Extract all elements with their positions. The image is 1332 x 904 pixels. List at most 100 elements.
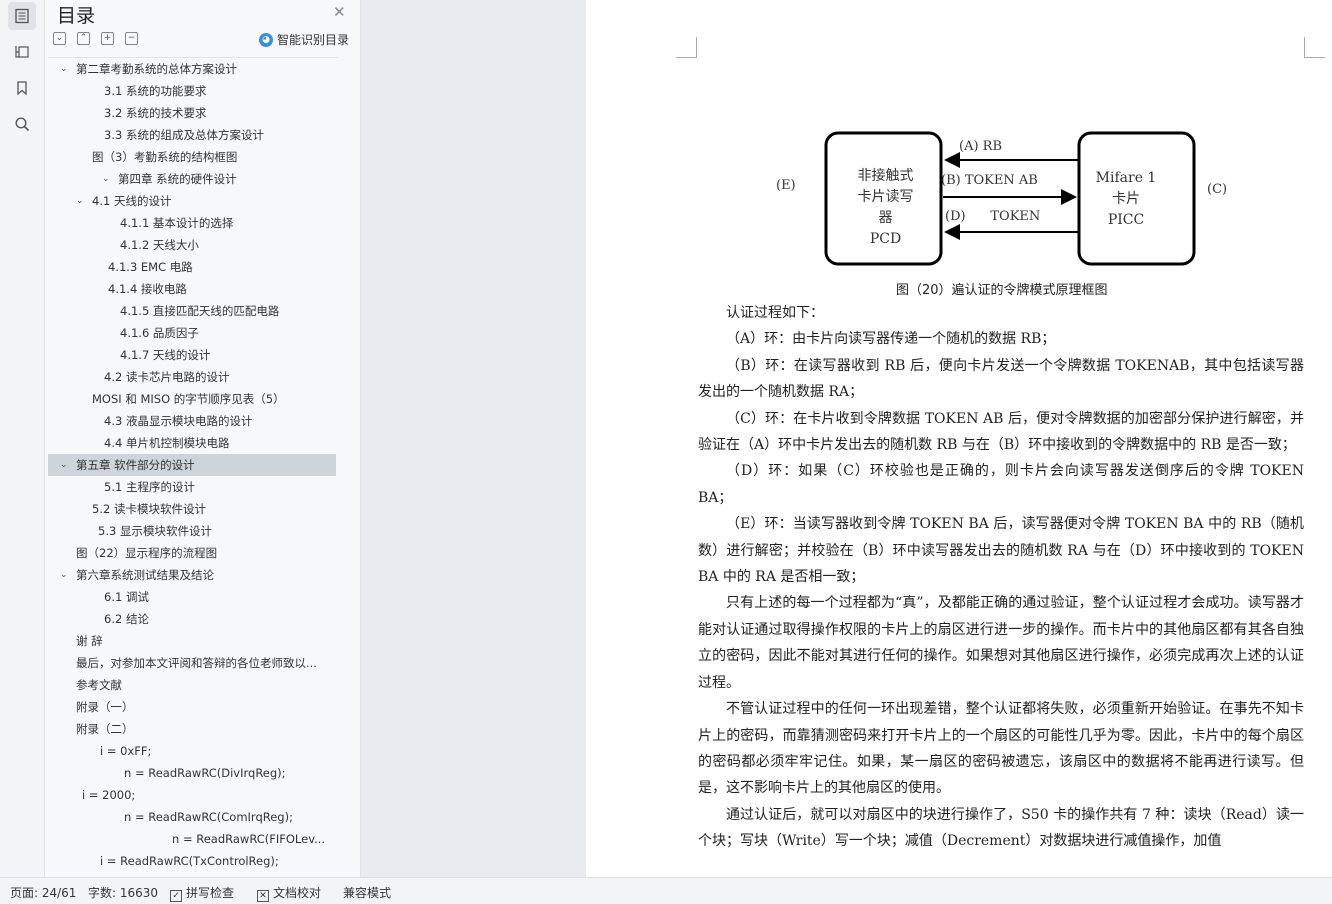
toc-item-label: 4.1.1 基本设计的选择 xyxy=(120,216,234,230)
toc-item[interactable]: 最后，对参加本文评阅和答辩的各位老师致以... xyxy=(48,652,336,674)
smart-toc-button[interactable]: ◕ 智能识别目录 xyxy=(259,31,349,48)
toc-item[interactable]: n = ReadRawRC(DivIrqReg); xyxy=(48,762,336,784)
paragraph: 认证过程如下： xyxy=(726,305,824,321)
toc-item[interactable]: 附录（一） xyxy=(48,696,336,718)
paragraph: （B）环：在读写器收到 RB 后，便向卡片发送一个令牌数据 TOKENAB，其中… xyxy=(698,357,1304,401)
toc-item[interactable]: 谢 辞 xyxy=(48,630,336,652)
toc-item[interactable]: 附录（二） xyxy=(48,718,336,740)
toc-item-label: 第五章 软件部分的设计 xyxy=(76,458,195,472)
toc-item[interactable]: 3.2 系统的技术要求 xyxy=(48,102,336,124)
toc-item[interactable]: ⌄ 第四章 系统的硬件设计 xyxy=(48,168,336,190)
remove-entry-icon[interactable]: − xyxy=(125,32,138,45)
toc-item-label: 6.1 调试 xyxy=(104,590,149,604)
collapse-all-icon[interactable]: ⌃ xyxy=(77,32,90,45)
paragraph: （C）环：在卡片收到令牌数据 TOKEN AB 后，便对令牌数据的加密部分保护进… xyxy=(698,410,1304,454)
paragraph: 只有上述的每一个过程都为“真”，及都能正确的通过验证，整个认证过程才会成功。读写… xyxy=(698,595,1304,691)
document-page: (E) (C) 非接触式 卡片读写器 PCD Mifare 1 卡片 PICC (A) … xyxy=(586,0,1332,877)
toc-item-label: 4.1.4 接收电路 xyxy=(108,282,187,296)
toc-item[interactable]: 4.3 液晶显示模块电路的设计 xyxy=(48,410,336,432)
auth-diagram: (E) (C) 非接触式 卡片读写器 PCD Mifare 1 卡片 PICC (A) … xyxy=(776,130,1236,270)
diagram-box-line: 非接触式 xyxy=(857,168,914,184)
toc-item[interactable]: 4.1.4 接收电路 xyxy=(48,278,336,300)
toc-item-label: 4.2 读卡芯片电路的设计 xyxy=(104,370,230,384)
toc-item[interactable]: 4.1.2 天线大小 xyxy=(48,234,336,256)
toc-item[interactable]: 图（3）考勤系统的结构框图 xyxy=(48,146,336,168)
word-count[interactable]: 字数: 16630 xyxy=(88,884,158,901)
toc-item[interactable]: 5.1 主程序的设计 xyxy=(48,476,336,498)
toc-item[interactable]: 4.1.5 直接匹配天线的匹配电路 xyxy=(48,300,336,322)
toc-item-label: 3.2 系统的技术要求 xyxy=(104,106,207,120)
toc-item-label: 4.1.2 天线大小 xyxy=(120,238,199,252)
toc-item[interactable]: n = ReadRawRC(FIFOLev... xyxy=(48,828,336,850)
picc-box-text: Mifare 1 卡片 PICC xyxy=(1086,168,1166,231)
toc-item[interactable]: i = ReadRawRC(TxControlReg); xyxy=(48,850,336,872)
page-count[interactable]: 页面: 24/61 xyxy=(10,884,76,901)
toc-item[interactable]: 4.1.6 品质因子 xyxy=(48,322,336,344)
expand-all-icon[interactable]: ⌄ xyxy=(53,32,66,45)
toc-item[interactable]: 3.3 系统的组成及总体方案设计 xyxy=(48,124,336,146)
status-bar: 页面: 24/61 字数: 16630 ✓ 拼写检查 ✕ 文档校对 兼容模式 xyxy=(0,877,1332,904)
toc-item[interactable]: 4.2 读卡芯片电路的设计 xyxy=(48,366,336,388)
toc-item[interactable]: i = 0xFF; xyxy=(48,740,336,762)
diagram-box-line: 卡片 xyxy=(1112,191,1140,207)
toc-item-label: 4.1.6 品质因子 xyxy=(120,326,199,340)
toc-item-label: 参考文献 xyxy=(76,678,122,692)
toc-item[interactable]: 6.2 结论 xyxy=(48,608,336,630)
body-text: 认证过程如下： （A）环：由卡片向读写器传递一个随机的数据 RB； （B）环：在读写… xyxy=(698,300,1304,855)
toc-item[interactable]: ⌄ 第五章 软件部分的设计 xyxy=(48,454,336,476)
toc-list: ⌄ 第二章考勤系统的总体方案设计 3.1 系统的功能要求 3.2 系统的技术要求 3.3… xyxy=(48,57,338,874)
toc-item-label: n = ReadRawRC(ComIrqReg); xyxy=(124,810,293,824)
toc-item[interactable]: i = 2000; xyxy=(48,784,336,806)
smart-toc-label: 智能识别目录 xyxy=(277,33,350,47)
toc-item[interactable]: 6.1 调试 xyxy=(48,586,336,608)
toc-item[interactable]: 图（22）显示程序的流程图 xyxy=(48,542,336,564)
side-icon-bar xyxy=(0,0,45,877)
checkbox-icon: ✓ xyxy=(170,890,182,902)
add-entry-icon[interactable]: + xyxy=(101,32,114,45)
chevron-down-icon[interactable]: ⌄ xyxy=(60,564,68,586)
toc-item[interactable]: ⌄ 第六章系统测试结果及结论 xyxy=(48,564,336,586)
navigation-icon[interactable] xyxy=(8,38,36,66)
toc-item-label: n = ReadRawRC(FIFOLev... xyxy=(172,832,326,846)
spell-check-button[interactable]: ✓ 拼写检查 xyxy=(170,884,234,902)
toc-panel-icon[interactable] xyxy=(8,2,36,30)
toc-item[interactable]: MOSI 和 MISO 的字节顺序见表（5） xyxy=(48,388,336,410)
toc-item-label: 6.2 结论 xyxy=(104,612,149,626)
toc-item[interactable]: 5.2 读卡模块软件设计 xyxy=(48,498,336,520)
paragraph: （A）环：由卡片向读写器传递一个随机的数据 RB； xyxy=(726,331,1056,348)
toc-item[interactable]: 5.3 显示模块软件设计 xyxy=(48,520,336,542)
toc-item[interactable]: 4.4 单片机控制模块电路 xyxy=(48,432,336,454)
compat-mode: 兼容模式 xyxy=(343,886,392,900)
chevron-down-icon[interactable]: ⌄ xyxy=(102,168,110,190)
chevron-down-icon[interactable]: ⌄ xyxy=(60,454,68,476)
diagram-label-e: (E) xyxy=(776,178,796,193)
toc-item[interactable]: n = ReadRawRC(ComIrqReg); xyxy=(48,806,336,828)
toc-item-label: 4.1.5 直接匹配天线的匹配电路 xyxy=(120,304,280,318)
chevron-down-icon[interactable]: ⌄ xyxy=(76,190,84,212)
toc-item[interactable]: 4.1.7 天线的设计 xyxy=(48,344,336,366)
proofread-icon: ✕ xyxy=(257,890,269,902)
chevron-down-icon[interactable]: ⌄ xyxy=(60,58,68,80)
toc-item-label: 4.1 天线的设计 xyxy=(92,194,172,208)
search-icon[interactable] xyxy=(8,110,36,138)
toc-item[interactable]: 3.1 系统的功能要求 xyxy=(48,80,336,102)
bookmark-icon[interactable] xyxy=(8,74,36,102)
toc-item-label: i = 0xFF; xyxy=(100,744,152,758)
toc-item-label: 3.3 系统的组成及总体方案设计 xyxy=(104,128,264,142)
close-icon[interactable]: ✕ xyxy=(333,3,346,21)
toc-item-label: i = ReadRawRC(TxControlReg); xyxy=(100,854,279,868)
toc-item-label: 第四章 系统的硬件设计 xyxy=(118,172,237,186)
toc-item-label: n = ReadRawRC(DivIrqReg); xyxy=(124,766,286,780)
toc-item-label: 5.1 主程序的设计 xyxy=(104,480,195,494)
toc-item-label: 第二章考勤系统的总体方案设计 xyxy=(76,62,237,76)
toc-item[interactable]: 4.1.1 基本设计的选择 xyxy=(48,212,336,234)
toc-item-label: 4.3 液晶显示模块电路的设计 xyxy=(104,414,253,428)
toc-item-label: 4.4 单片机控制模块电路 xyxy=(104,436,230,450)
toc-item-label: 谢 辞 xyxy=(76,634,103,648)
toc-item[interactable]: ⌄ 4.1 天线的设计 xyxy=(48,190,336,212)
toc-item-label: 图（22）显示程序的流程图 xyxy=(76,546,218,560)
proofread-button[interactable]: ✕ 文档校对 xyxy=(257,884,321,902)
toc-item[interactable]: ⌄ 第二章考勤系统的总体方案设计 xyxy=(48,58,336,80)
toc-item[interactable]: 参考文献 xyxy=(48,674,336,696)
toc-item[interactable]: 4.1.3 EMC 电路 xyxy=(48,256,336,278)
